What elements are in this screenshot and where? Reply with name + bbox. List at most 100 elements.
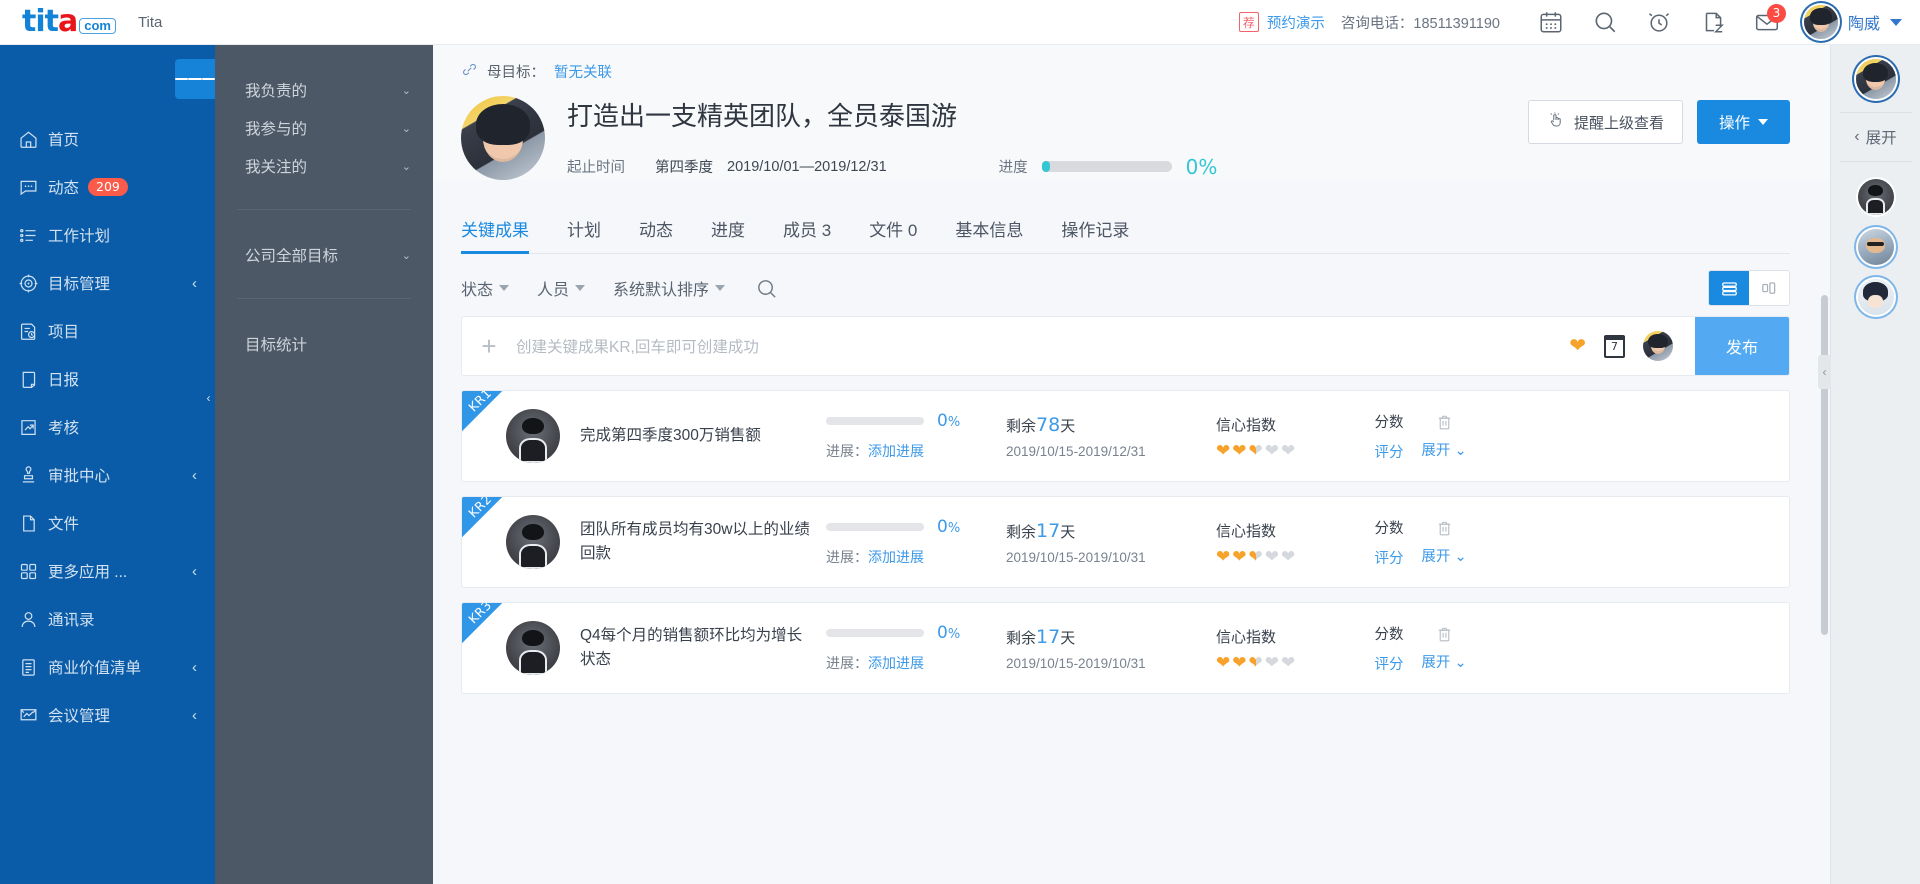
sidebar-collapse-button[interactable]: ‹	[202, 381, 215, 415]
subnav-item-group1-1[interactable]: 我参与的 ⌄	[215, 109, 433, 147]
list-view-button[interactable]	[1709, 271, 1749, 305]
create-kr-row[interactable]: + 创建关键成果KR,回车即可创建成功 ❤ 7 发布	[461, 316, 1790, 376]
chevron-down-icon[interactable]: ⌄	[402, 249, 411, 262]
chevron-down-icon[interactable]: ⌄	[402, 84, 411, 97]
clipboard-task-icon[interactable]	[1686, 0, 1740, 45]
sidebar-item-3[interactable]: 目标管理 ‹	[0, 259, 215, 307]
confidence-heart-icon[interactable]: ❤	[1265, 548, 1279, 565]
filter-2[interactable]: 系统默认排序	[613, 276, 726, 300]
confidence-heart-icon[interactable]: ❤	[1265, 442, 1279, 459]
right-rail-collapse-button[interactable]: ‹	[1818, 355, 1831, 389]
tab-5[interactable]: 文件 0	[869, 206, 917, 253]
avatar[interactable]	[1803, 5, 1838, 39]
kr-owner-avatar[interactable]	[506, 409, 560, 463]
subnav-item-group2-0[interactable]: 公司全部目标 ⌄	[215, 236, 433, 274]
kr-title[interactable]: Q4每个月的销售额环比均为增长状态	[580, 624, 810, 672]
kr-confidence-hearts[interactable]: ❤ ❤ ❤ ❤ ❤	[1216, 548, 1366, 565]
search-icon[interactable]	[755, 277, 778, 300]
add-progress-link[interactable]: 添加进展	[868, 549, 924, 565]
assignee-avatar[interactable]	[1643, 331, 1673, 361]
subnav-item-group1-0[interactable]: 我负责的 ⌄	[215, 71, 433, 109]
goal-owner-avatar[interactable]	[461, 96, 545, 180]
kr-confidence-hearts[interactable]: ❤ ❤ ❤ ❤ ❤	[1216, 654, 1366, 671]
tab-4[interactable]: 成员 3	[783, 206, 831, 253]
confidence-heart-icon[interactable]: ❤	[1281, 548, 1295, 565]
sidebar-item-5[interactable]: 日报	[0, 355, 215, 403]
trash-icon[interactable]	[1412, 519, 1476, 538]
right-rail-expand-button[interactable]: ‹ 展开	[1854, 126, 1896, 148]
sidebar-item-12[interactable]: 会议管理 ‹	[0, 691, 215, 739]
main-scrollbar[interactable]	[1821, 295, 1828, 635]
board-view-button[interactable]	[1749, 271, 1789, 305]
confidence-heart-icon[interactable]: ❤	[1569, 336, 1586, 356]
tab-0[interactable]: 关键成果	[461, 206, 529, 254]
sidebar-item-10[interactable]: 通讯录	[0, 595, 215, 643]
confidence-heart-icon[interactable]: ❤	[1249, 654, 1263, 671]
confidence-heart-icon[interactable]: ❤	[1281, 654, 1295, 671]
kr-card[interactable]: KR1 完成第四季度300万销售额 0% 进展：添加进展 剩余78天 2019/10/15…	[461, 390, 1790, 482]
kr-expand-button[interactable]: 展开 ⌄	[1412, 651, 1476, 672]
trash-icon[interactable]	[1412, 625, 1476, 644]
calendar-icon[interactable]	[1524, 0, 1578, 45]
tab-2[interactable]: 动态	[639, 206, 673, 253]
trash-icon[interactable]	[1412, 413, 1476, 432]
kr-title[interactable]: 团队所有成员均有30w以上的业绩回款	[580, 518, 810, 566]
search-icon[interactable]	[1578, 0, 1632, 45]
plus-icon[interactable]: +	[462, 331, 516, 362]
kr-card[interactable]: KR2 团队所有成员均有30w以上的业绩回款 0% 进展：添加进展 剩余17天 2019/…	[461, 496, 1790, 588]
confidence-heart-icon[interactable]: ❤	[1216, 442, 1230, 459]
avatar[interactable]	[1857, 179, 1894, 215]
chevron-left-icon[interactable]: ‹	[192, 660, 197, 675]
mail-icon[interactable]: 3	[1740, 0, 1794, 45]
confidence-heart-icon[interactable]: ❤	[1265, 654, 1279, 671]
kr-owner-avatar[interactable]	[506, 621, 560, 675]
sidebar-item-8[interactable]: 文件	[0, 499, 215, 547]
chevron-down-icon[interactable]: ⌄	[402, 122, 411, 135]
confidence-heart-icon[interactable]: ❤	[1249, 548, 1263, 565]
tab-3[interactable]: 进度	[711, 206, 745, 253]
confidence-heart-icon[interactable]: ❤	[1249, 442, 1263, 459]
avatar[interactable]	[1857, 229, 1894, 265]
chevron-left-icon[interactable]: ‹	[192, 708, 197, 723]
sidebar-item-11[interactable]: 商业价值清单 ‹	[0, 643, 215, 691]
sidebar-item-0[interactable]: 首页	[0, 115, 215, 163]
confidence-heart-icon[interactable]: ❤	[1232, 548, 1246, 565]
user-menu[interactable]: 陶威	[1803, 5, 1902, 39]
alarm-clock-icon[interactable]	[1632, 0, 1686, 45]
logo-area[interactable]: tit a com Tita	[0, 7, 215, 37]
kr-expand-button[interactable]: 展开 ⌄	[1412, 545, 1476, 566]
kr-score-action[interactable]: 评分	[1366, 653, 1412, 674]
menu-toggle-button[interactable]	[175, 59, 215, 99]
kr-owner-avatar[interactable]	[506, 515, 560, 569]
chevron-down-icon[interactable]: ⌄	[402, 160, 411, 173]
confidence-heart-icon[interactable]: ❤	[1216, 548, 1230, 565]
avatar[interactable]	[1857, 279, 1894, 315]
add-progress-link[interactable]: 添加进展	[868, 655, 924, 671]
kr-confidence-hearts[interactable]: ❤ ❤ ❤ ❤ ❤	[1216, 442, 1366, 459]
chevron-left-icon[interactable]: ‹	[192, 564, 197, 579]
publish-button[interactable]: 发布	[1695, 317, 1789, 375]
subnav-item-group3-0[interactable]: 目标统计	[215, 325, 433, 363]
sidebar-item-2[interactable]: 工作计划	[0, 211, 215, 259]
confidence-heart-icon[interactable]: ❤	[1232, 442, 1246, 459]
parent-goal-value[interactable]: 暂无关联	[554, 61, 612, 82]
kr-card[interactable]: KR3 Q4每个月的销售额环比均为增长状态 0% 进展：添加进展 剩余17天 2019/1…	[461, 602, 1790, 694]
date-picker-icon[interactable]: 7	[1604, 334, 1625, 358]
tab-6[interactable]: 基本信息	[955, 206, 1023, 253]
confidence-heart-icon[interactable]: ❤	[1216, 654, 1230, 671]
sidebar-item-7[interactable]: 审批中心 ‹	[0, 451, 215, 499]
tab-7[interactable]: 操作记录	[1061, 206, 1129, 253]
confidence-heart-icon[interactable]: ❤	[1281, 442, 1295, 459]
sidebar-item-4[interactable]: 项目	[0, 307, 215, 355]
chevron-left-icon[interactable]: ‹	[192, 468, 197, 483]
sidebar-item-9[interactable]: 更多应用 ... ‹	[0, 547, 215, 595]
subnav-item-group1-2[interactable]: 我关注的 ⌄	[215, 147, 433, 185]
add-progress-link[interactable]: 添加进展	[868, 443, 924, 459]
rail-owner-avatar[interactable]	[1855, 59, 1896, 99]
kr-score-action[interactable]: 评分	[1366, 441, 1412, 462]
create-kr-input[interactable]: 创建关键成果KR,回车即可创建成功	[516, 335, 1569, 357]
tab-1[interactable]: 计划	[567, 206, 601, 253]
filter-1[interactable]: 人员	[537, 276, 586, 300]
kr-expand-button[interactable]: 展开 ⌄	[1412, 439, 1476, 460]
confidence-heart-icon[interactable]: ❤	[1232, 654, 1246, 671]
